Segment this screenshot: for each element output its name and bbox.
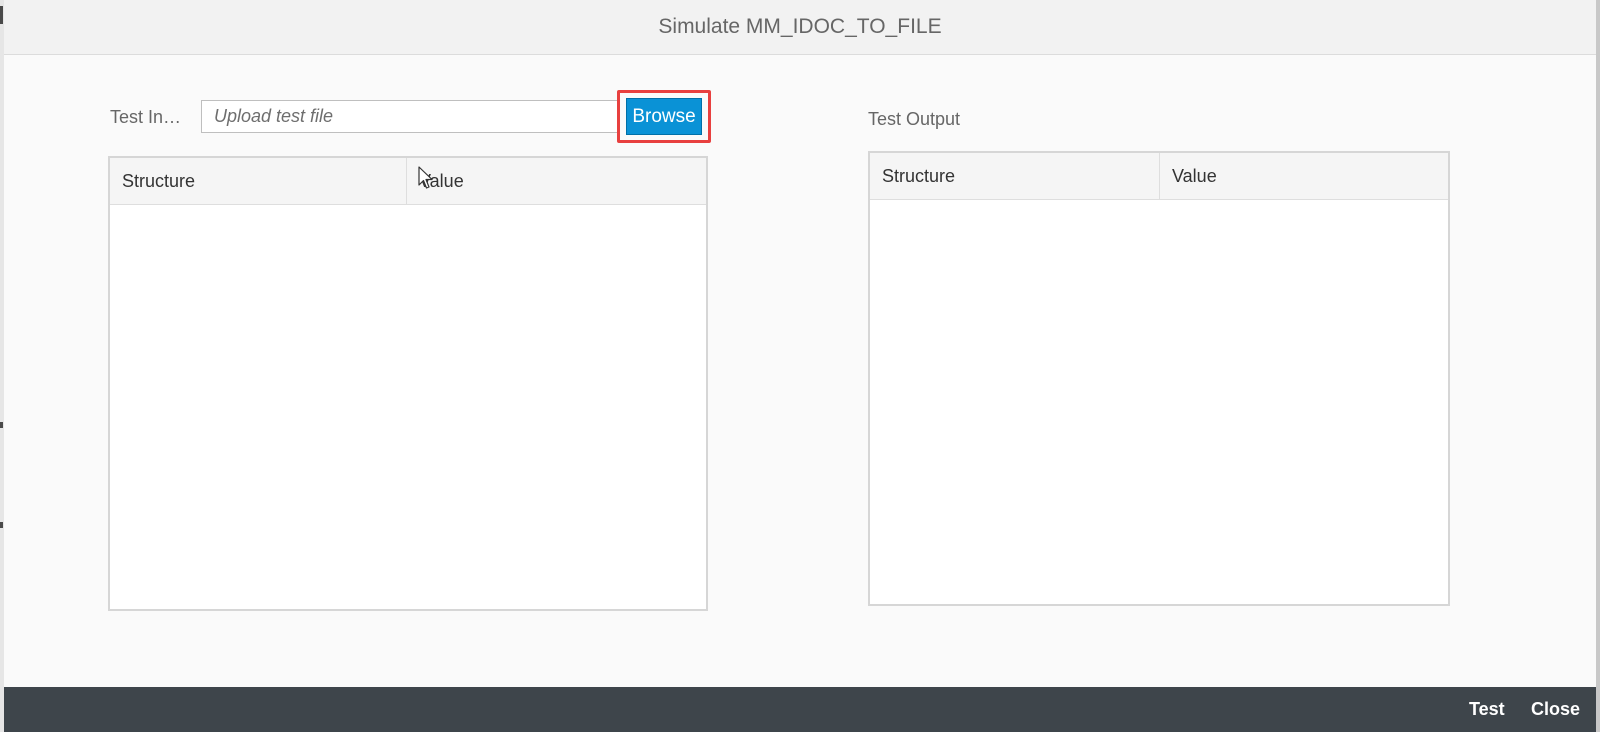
test-button[interactable]: Test: [1469, 687, 1505, 732]
test-input-table: Structure Value: [108, 156, 708, 611]
edge-mark: [0, 422, 3, 428]
edge-mark: [0, 6, 3, 24]
upload-file-input[interactable]: [202, 101, 618, 132]
simulate-dialog: Simulate MM_IDOC_TO_FILE Test In… Browse…: [4, 0, 1596, 732]
test-output-table: Structure Value: [868, 151, 1450, 606]
dialog-footer: Test Close: [4, 687, 1596, 732]
upload-file-field[interactable]: [201, 100, 619, 133]
browse-button[interactable]: Browse: [626, 98, 702, 135]
mouse-cursor-icon: [418, 166, 433, 189]
test-output-label: Test Output: [868, 109, 961, 129]
test-input-label: Test In…: [110, 107, 182, 127]
column-header-structure[interactable]: Structure: [110, 158, 407, 204]
column-header-value[interactable]: Value: [1160, 153, 1448, 199]
table-header: Structure Value: [870, 153, 1448, 200]
column-header-value[interactable]: Value: [407, 158, 706, 204]
column-header-structure[interactable]: Structure: [870, 153, 1160, 199]
dialog-header: Simulate MM_IDOC_TO_FILE: [4, 0, 1596, 55]
dialog-title: Simulate MM_IDOC_TO_FILE: [658, 15, 942, 38]
close-button[interactable]: Close: [1531, 687, 1580, 732]
table-header: Structure Value: [110, 158, 706, 205]
window-right-edge: [1596, 0, 1600, 732]
edge-mark: [0, 522, 3, 528]
